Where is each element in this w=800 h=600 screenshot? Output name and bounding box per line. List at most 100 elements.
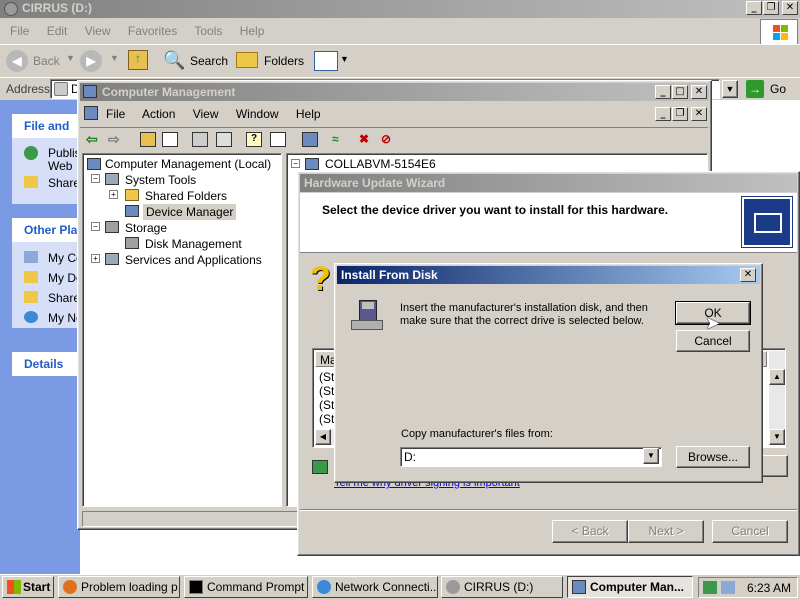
other-places-title: Other Pla [24,223,78,237]
copy-from-value: D: [404,450,416,464]
mgmt-menubar: File Action View Window Help _ ❐ ✕ [80,103,708,125]
scan-hardware-icon[interactable] [302,132,318,147]
menu-action[interactable]: Action [142,107,175,121]
back-button[interactable]: < Back [552,520,628,543]
disable-icon[interactable]: ⊘ [378,132,394,147]
taskbar-item-label: Problem loading p... [81,580,180,594]
scroll-left-button[interactable]: ◀ [315,429,331,445]
computer-management-icon [83,85,97,98]
taskbar-item-firefox[interactable]: Problem loading p... [58,576,180,598]
chevron-down-icon[interactable]: ▼ [66,53,75,63]
browse-button[interactable]: Browse... [676,446,750,468]
network-tray-icon[interactable] [703,581,717,594]
documents-icon [24,271,38,283]
help-icon[interactable]: ? [246,132,262,147]
combobox-dropdown-button[interactable]: ▼ [643,448,659,464]
tree-services[interactable]: Services and Applications [125,253,262,267]
windows-logo [760,19,798,45]
up-level-icon[interactable] [140,132,156,147]
list-row[interactable]: (St [319,384,334,398]
tree-device-manager[interactable]: Device Manager [143,204,237,220]
system-tray: 6:23 AM [698,577,798,598]
wizard-titlebar: Hardware Update Wizard [300,174,797,192]
child-restore-button[interactable]: ❐ [672,107,688,121]
device-tree-root[interactable]: COLLABVM-5154E6 [325,157,436,171]
close-button[interactable]: ✕ [740,268,756,282]
tree-storage[interactable]: Storage [125,221,167,235]
menu-help[interactable]: Help [296,107,321,121]
menu-help[interactable]: Help [240,24,265,38]
chevron-down-icon[interactable]: ▼ [340,54,349,64]
list-row[interactable]: (St [319,412,334,426]
collapse-icon[interactable]: − [91,174,100,183]
collapse-icon[interactable]: − [91,222,100,231]
search-icon[interactable]: 🔍 [163,50,185,70]
menu-view[interactable]: View [193,107,219,121]
update-driver-icon[interactable]: ≈ [332,132,348,147]
task-publish[interactable]: Publis [48,146,81,160]
list-row[interactable]: (St [319,370,334,384]
maximize-button[interactable]: □ [672,85,688,99]
address-dropdown-button[interactable]: ▼ [722,80,738,98]
print-icon[interactable] [216,132,232,147]
child-close-button[interactable]: ✕ [691,107,707,121]
task-pane: File and Publis Web Share Other Pla My C… [0,100,92,576]
action-pane-icon[interactable] [270,132,286,147]
search-button-label[interactable]: Search [190,54,228,68]
scroll-down-button[interactable]: ▼ [769,429,785,445]
expand-icon[interactable]: − [291,159,300,168]
folders-button-label[interactable]: Folders [264,54,304,68]
forward-arrow-icon[interactable]: ▶ [80,50,102,72]
go-button-label[interactable]: Go [770,82,786,96]
connection-tray-icon[interactable] [721,581,735,594]
back-arrow-icon[interactable]: ⇦ [86,131,98,148]
tree-shared-folders[interactable]: Shared Folders [145,189,227,203]
list-row[interactable]: (St [319,398,334,412]
tree-root[interactable]: Computer Management (Local) [105,157,271,171]
place-shared[interactable]: Share [48,291,80,305]
views-icon[interactable] [314,51,338,71]
back-arrow-icon[interactable]: ◀ [6,50,28,72]
taskbar-item-command-prompt[interactable]: Command Prompt [184,576,308,598]
minimize-button[interactable]: _ [655,85,671,99]
minimize-button[interactable]: _ [746,1,762,15]
start-button[interactable]: Start [2,576,54,598]
menu-file[interactable]: File [106,107,125,121]
restore-button[interactable]: ❐ [763,1,779,15]
taskbar-item-computer-management[interactable]: Computer Man... [567,576,693,598]
back-button-label[interactable]: Back [33,54,60,68]
up-folder-icon[interactable]: ↑ [128,50,148,70]
taskbar-item-network-connections[interactable]: Network Connecti... [312,576,438,598]
expand-icon[interactable]: + [109,190,118,199]
copy-from-combobox[interactable]: D: ▼ [400,447,662,467]
menu-tools[interactable]: Tools [194,24,222,38]
show-hide-tree-icon[interactable] [162,132,178,147]
vertical-scrollbar[interactable]: ▲ ▼ [769,351,785,445]
drive-icon [54,82,68,96]
forward-arrow-icon[interactable]: ⇨ [108,131,120,148]
task-web[interactable]: Web [48,159,72,173]
cancel-button[interactable]: Cancel [676,330,750,352]
uninstall-icon[interactable]: ✖ [356,132,372,147]
tree-disk-management[interactable]: Disk Management [145,237,242,251]
go-arrow-icon[interactable]: → [746,80,764,98]
tools-icon [105,173,119,185]
child-minimize-button[interactable]: _ [655,107,671,121]
close-button[interactable]: ✕ [782,1,798,15]
menu-window[interactable]: Window [236,107,279,121]
menu-edit[interactable]: Edit [47,24,68,38]
folders-icon[interactable] [236,52,258,68]
close-button[interactable]: ✕ [691,85,707,99]
properties-icon[interactable] [192,132,208,147]
scroll-up-button[interactable]: ▲ [769,369,785,385]
chevron-down-icon[interactable]: ▼ [110,53,119,63]
task-share[interactable]: Share [48,176,80,190]
taskbar-item-cirrus[interactable]: CIRRUS (D:) [441,576,563,598]
next-button[interactable]: Next > [628,520,704,543]
menu-view[interactable]: View [85,24,111,38]
expand-icon[interactable]: + [91,254,100,263]
tree-system-tools[interactable]: System Tools [125,173,196,187]
cancel-button[interactable]: Cancel [712,520,788,543]
menu-file[interactable]: File [10,24,29,38]
menu-favorites[interactable]: Favorites [128,24,177,38]
